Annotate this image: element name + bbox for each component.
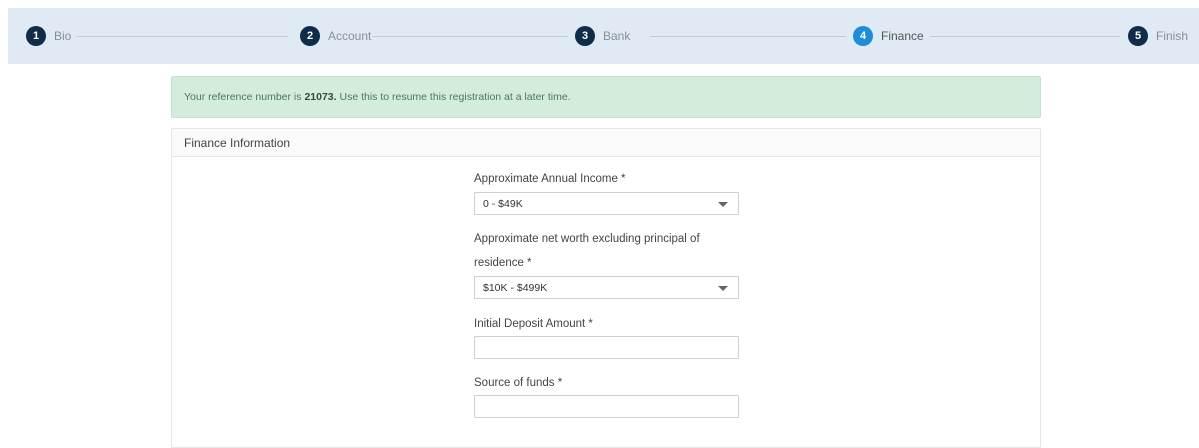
step-finance[interactable]: 4 Finance bbox=[853, 26, 924, 46]
chevron-down-icon bbox=[718, 202, 728, 207]
networth-label-line2: residence * bbox=[474, 257, 532, 269]
source-label: Source of funds * bbox=[474, 377, 563, 389]
step-label: Bank bbox=[603, 29, 631, 43]
step-number: 4 bbox=[853, 26, 873, 46]
net-worth-value: $10K - $499K bbox=[483, 281, 548, 294]
step-account[interactable]: 2 Account bbox=[300, 26, 371, 46]
step-finish[interactable]: 5 Finish bbox=[1128, 26, 1188, 46]
step-label: Account bbox=[328, 29, 372, 43]
alert-prefix: Your reference number is bbox=[184, 91, 305, 103]
networth-label-line1: Approximate net worth excluding principa… bbox=[474, 233, 700, 245]
step-bio[interactable]: 1 Bio bbox=[26, 26, 71, 46]
reference-alert: Your reference number is 21073. Use this… bbox=[171, 76, 1041, 118]
step-connector bbox=[930, 36, 1120, 37]
deposit-label: Initial Deposit Amount * bbox=[474, 318, 593, 330]
step-label: Finish bbox=[1156, 29, 1189, 43]
registration-stepper: 1 Bio 2 Account 3 Bank 4 Finance 5 Finis… bbox=[8, 8, 1199, 64]
step-label: Bio bbox=[54, 29, 72, 43]
annual-income-value: 0 - $49K bbox=[483, 197, 523, 210]
step-connector bbox=[372, 36, 568, 37]
step-number: 2 bbox=[300, 26, 320, 46]
chevron-down-icon bbox=[718, 286, 728, 291]
panel-title: Finance Information bbox=[172, 129, 1040, 157]
step-connector bbox=[76, 36, 288, 37]
step-connector bbox=[650, 36, 846, 37]
reference-number: 21073. bbox=[304, 91, 337, 103]
step-label: Finance bbox=[881, 29, 924, 43]
annual-income-select[interactable]: 0 - $49K bbox=[474, 192, 739, 215]
net-worth-select[interactable]: $10K - $499K bbox=[474, 276, 739, 299]
source-of-funds-input[interactable] bbox=[474, 395, 739, 418]
step-number: 5 bbox=[1128, 26, 1148, 46]
alert-suffix: Use this to resume this registration at … bbox=[336, 91, 571, 103]
income-label: Approximate Annual Income * bbox=[474, 173, 626, 185]
step-bank[interactable]: 3 Bank bbox=[575, 26, 630, 46]
finance-panel: Finance Information Approximate Annual I… bbox=[171, 128, 1041, 448]
step-number: 1 bbox=[26, 26, 46, 46]
step-number: 3 bbox=[575, 26, 595, 46]
initial-deposit-input[interactable] bbox=[474, 336, 739, 359]
